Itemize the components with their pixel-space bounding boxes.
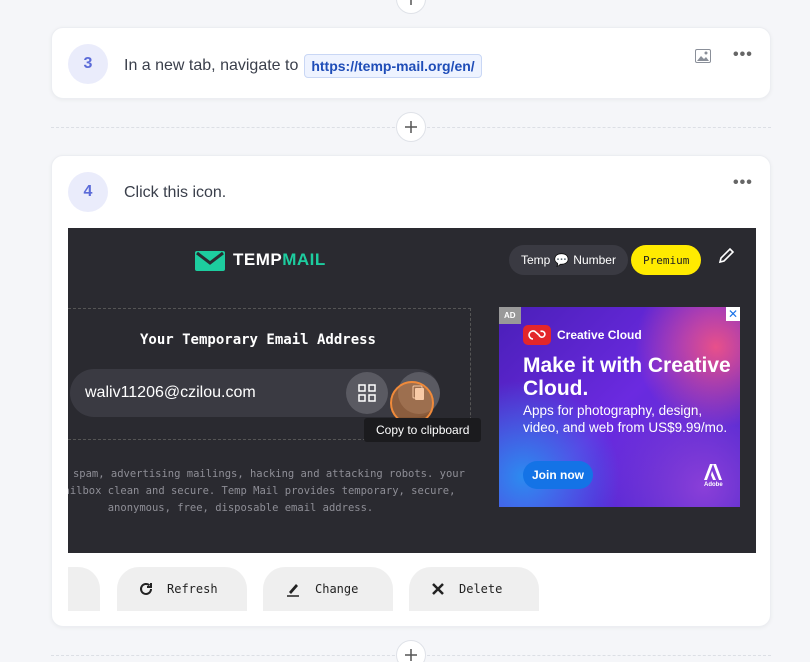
more-options-icon[interactable]: ••• xyxy=(733,174,753,192)
description-text: et about spam, advertising mailings, hac… xyxy=(68,468,465,514)
add-step-button[interactable] xyxy=(396,640,426,662)
url-link[interactable]: https://temp-mail.org/en/ xyxy=(304,54,482,78)
ad-headline: Make it with Creative Cloud. xyxy=(523,354,731,400)
address-title: Your Temporary Email Address xyxy=(139,332,376,348)
pencil-icon[interactable] xyxy=(717,247,735,270)
more-options-icon[interactable]: ••• xyxy=(733,46,753,64)
ad-body: Apps for photography, design, video, and… xyxy=(523,403,728,435)
refresh-icon xyxy=(140,582,152,595)
action-bar: Refresh Change Delete xyxy=(68,553,756,611)
ad-banner[interactable]: AD ✕ Creative Cloud Make it with Creativ… xyxy=(499,307,740,507)
creative-cloud-icon xyxy=(523,325,551,345)
qr-code-button[interactable] xyxy=(346,372,388,414)
join-now-button[interactable]: Join now xyxy=(523,461,593,489)
close-icon xyxy=(432,583,444,595)
copy-tooltip: Copy to clipboard xyxy=(364,418,482,442)
pen-icon xyxy=(287,584,299,597)
delete-button[interactable]: Delete xyxy=(409,567,539,611)
step-instruction: In a new tab, navigate to https://temp-m… xyxy=(124,54,482,78)
partial-button[interactable] xyxy=(68,567,100,611)
step-instruction: Click this icon. xyxy=(124,184,226,202)
close-icon[interactable]: ✕ xyxy=(726,307,740,321)
refresh-button[interactable]: Refresh xyxy=(117,567,247,611)
change-button[interactable]: Change xyxy=(263,567,393,611)
premium-button[interactable]: Premium xyxy=(631,245,702,275)
adobe-logo: Adobe xyxy=(704,464,723,488)
step-number: 4 xyxy=(68,172,108,212)
add-step-button[interactable] xyxy=(396,112,426,142)
image-icon[interactable] xyxy=(695,49,711,68)
step-card-3: 3 In a new tab, navigate to https://temp… xyxy=(51,27,771,99)
step-card-4: 4 Click this icon. ••• TEMPMAIL Temp 💬 N… xyxy=(51,155,771,627)
tempmail-logo: TEMPMAIL xyxy=(195,249,326,271)
envelope-icon xyxy=(195,251,225,271)
temp-number-button[interactable]: Temp 💬 Number xyxy=(509,245,628,275)
chat-bubble-icon: 💬 xyxy=(554,253,570,267)
add-step-button[interactable] xyxy=(396,0,426,14)
ad-tag: AD xyxy=(499,307,521,324)
ad-brand: Creative Cloud xyxy=(523,325,642,345)
step-number: 3 xyxy=(68,44,108,84)
step-screenshot: TEMPMAIL Temp 💬 Number Premium Your Temp… xyxy=(68,228,756,553)
step-text: Click this icon. xyxy=(124,184,227,201)
step-text: In a new tab, navigate to xyxy=(124,57,299,74)
qr-code-icon xyxy=(358,384,376,402)
